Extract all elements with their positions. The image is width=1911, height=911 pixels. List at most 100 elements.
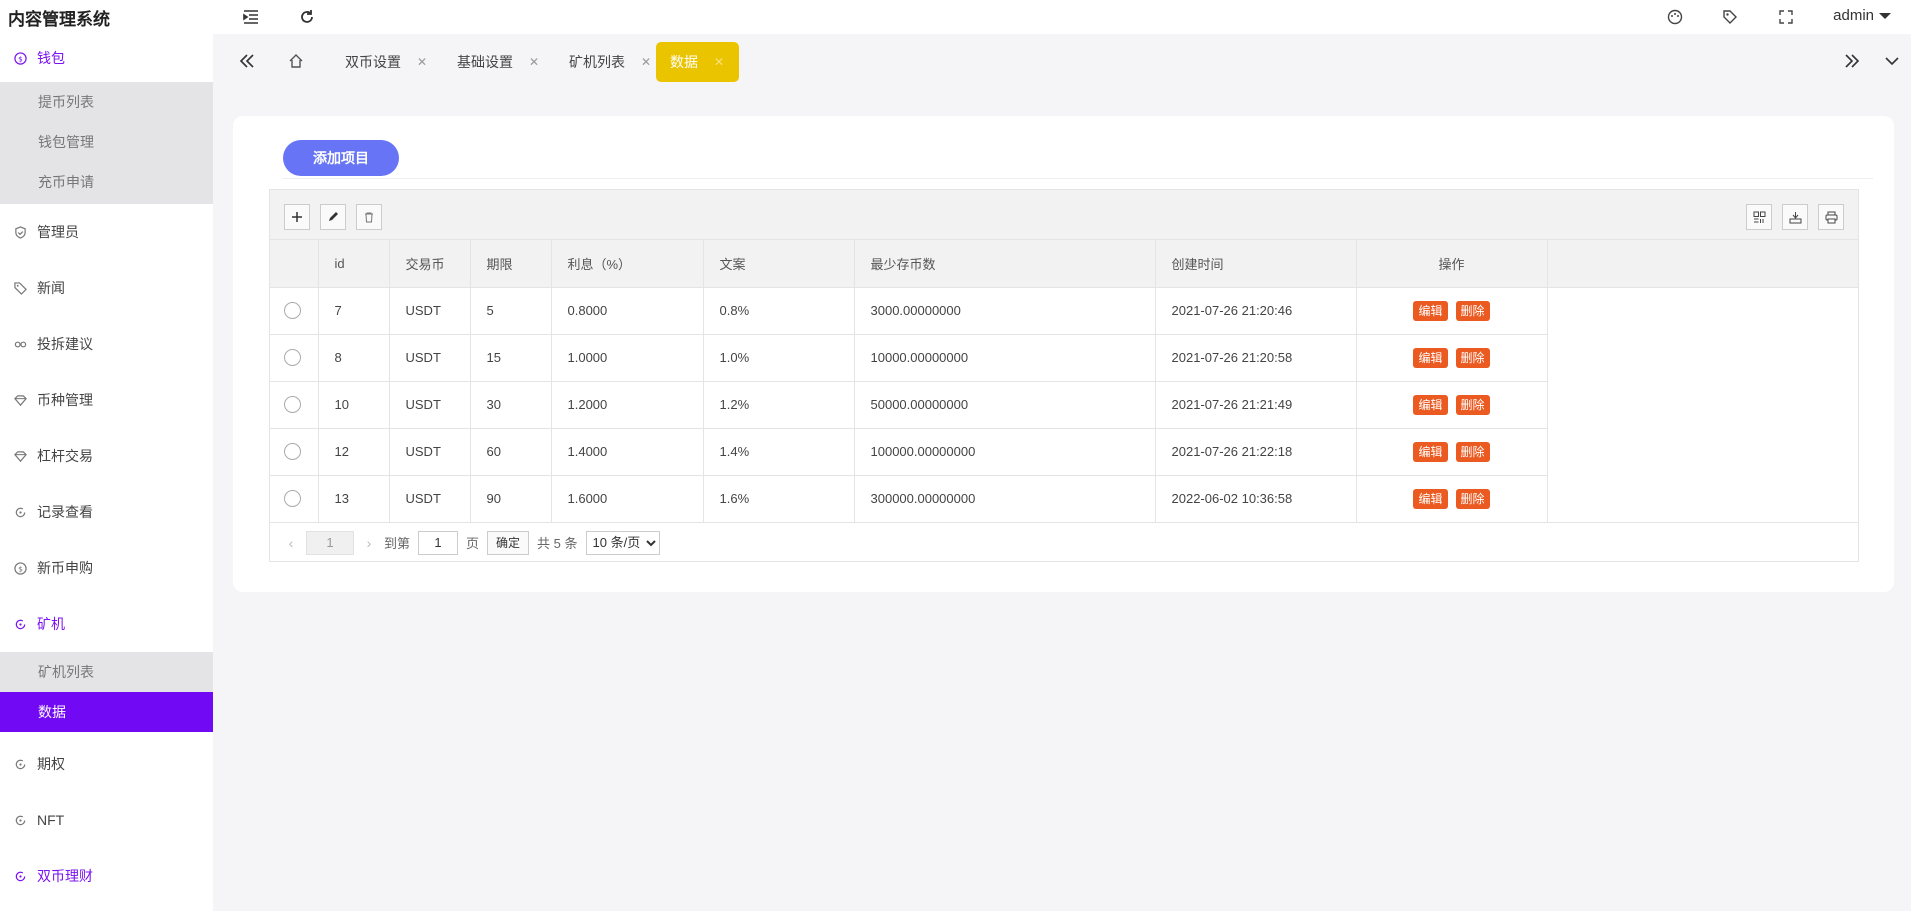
edit-button[interactable]: 编辑	[1413, 394, 1448, 415]
add-project-button[interactable]: 添加项目	[283, 140, 399, 176]
edit-button[interactable]: 编辑	[1413, 441, 1448, 462]
cell-filler	[1547, 287, 1858, 334]
delete-button[interactable]: 删除	[1455, 347, 1490, 368]
delete-button[interactable]: 删除	[1455, 394, 1490, 415]
delete-button[interactable]: 删除	[1455, 488, 1490, 509]
tab-basic-settings[interactable]: 基础设置 ✕	[443, 42, 553, 82]
row-radio[interactable]	[284, 349, 301, 366]
edit-button[interactable]: 编辑	[1413, 347, 1448, 368]
tabs-scroll-right-icon[interactable]	[1841, 50, 1863, 72]
tab-label: 双币设置	[345, 54, 401, 70]
sidebar-item-currency-manage[interactable]: 币种管理	[0, 372, 213, 428]
sidebar-item-nft[interactable]: NFT	[0, 792, 213, 848]
cell-rate: 1.0000	[551, 334, 704, 382]
tabs-scroll-left-icon[interactable]	[236, 50, 258, 72]
row-radio[interactable]	[284, 443, 301, 460]
sidebar-item-miner[interactable]: 矿机	[0, 596, 213, 652]
tab-data[interactable]: 数据 ✕	[656, 42, 739, 82]
home-icon[interactable]	[285, 50, 307, 72]
cell-text: 0.8%	[703, 287, 855, 335]
page-unit-label: 页	[466, 536, 480, 551]
content-card: 添加项目 id 交易币 期限 利息（%） 文案 最少存币数 创建时间 操作 7 …	[233, 116, 1894, 592]
sidebar-item-complaints[interactable]: 投拆建议	[0, 316, 213, 372]
print-button[interactable]	[1818, 204, 1844, 230]
goto-page-input[interactable]	[418, 530, 459, 555]
user-name: admin	[1833, 7, 1874, 24]
refresh-icon	[13, 757, 27, 771]
cell-coin: USDT	[389, 475, 471, 523]
current-page[interactable]: 1	[306, 530, 354, 555]
cell-filler	[1547, 428, 1858, 475]
edit-row-button[interactable]	[320, 204, 346, 230]
columns-filter-button[interactable]	[1746, 204, 1772, 230]
sidebar-item-new-coin[interactable]: $ 新币申购	[0, 540, 213, 596]
sidebar-item-records[interactable]: 记录查看	[0, 484, 213, 540]
cell-coin: USDT	[389, 334, 471, 382]
close-icon[interactable]: ✕	[641, 55, 651, 69]
chevron-left-icon[interactable]: ‹	[284, 535, 298, 551]
sidebar-item-options[interactable]: 期权	[0, 736, 213, 792]
sidebar-item-dual-finance[interactable]: 双币理财	[0, 848, 213, 904]
sidebar-item-label: NFT	[37, 812, 65, 828]
edit-button[interactable]: 编辑	[1413, 300, 1448, 321]
sidebar-item-label: 钱包	[37, 50, 65, 66]
close-icon[interactable]: ✕	[714, 55, 724, 69]
delete-button[interactable]: 删除	[1455, 441, 1490, 462]
sidebar-item-label: 矿机	[37, 616, 65, 632]
fullscreen-icon[interactable]	[1775, 6, 1797, 28]
shield-icon	[13, 225, 27, 239]
sidebar-subitem-deposit-apply[interactable]: 充币申请	[0, 162, 213, 202]
sidebar-item-wallet[interactable]: $ 钱包	[0, 34, 213, 82]
refresh-icon	[13, 869, 27, 883]
edit-button[interactable]: 编辑	[1413, 488, 1448, 509]
refresh-icon[interactable]	[296, 6, 318, 28]
sidebar-subitem-wallet-manage[interactable]: 钱包管理	[0, 122, 213, 162]
svg-text:$: $	[18, 564, 23, 573]
close-icon[interactable]: ✕	[529, 55, 539, 69]
cell-term: 90	[470, 475, 552, 523]
confirm-page-button[interactable]: 确定	[487, 530, 530, 555]
cell-id: 13	[318, 475, 390, 523]
total-count: 共 5 条	[537, 536, 578, 551]
sidebar-item-label: 管理员	[37, 224, 79, 240]
add-row-button[interactable]	[284, 204, 310, 230]
table-toolbar	[270, 190, 1858, 240]
row-radio[interactable]	[284, 490, 301, 507]
cell-rate: 1.6000	[551, 475, 704, 523]
chevron-down-icon[interactable]	[1881, 50, 1903, 72]
cell-term: 5	[470, 287, 552, 335]
sidebar-subitem-miner-list[interactable]: 矿机列表	[0, 652, 213, 692]
sidebar-subitem-withdraw-list[interactable]: 提币列表	[0, 82, 213, 122]
cell-term: 30	[470, 381, 552, 429]
col-term: 期限	[470, 240, 552, 288]
cell-coin: USDT	[389, 287, 471, 335]
page-size-select[interactable]: 10 条/页	[585, 530, 660, 555]
cell-actions: 编辑 删除	[1356, 381, 1548, 429]
sidebar-item-admin[interactable]: 管理员	[0, 204, 213, 260]
tab-miner-list[interactable]: 矿机列表 ✕	[555, 42, 665, 82]
delete-button[interactable]: 删除	[1455, 300, 1490, 321]
export-button[interactable]	[1782, 204, 1808, 230]
app-title: 内容管理系统	[8, 10, 110, 29]
app-root: 内容管理系统 admin $ 钱包 提币列表 钱包管理 充币申请 管理员 新闻 …	[0, 0, 1911, 911]
close-icon[interactable]: ✕	[417, 55, 427, 69]
refresh-icon	[13, 813, 27, 827]
tag-icon[interactable]	[1719, 6, 1741, 28]
menu-fold-icon[interactable]	[240, 6, 262, 28]
user-menu[interactable]: admin	[1833, 7, 1891, 24]
row-radio[interactable]	[284, 302, 301, 319]
table-row: 7 USDT 5 0.8000 0.8% 3000.00000000 2021-…	[270, 287, 1858, 335]
palette-icon[interactable]	[1664, 6, 1686, 28]
dollar-icon: $	[13, 561, 27, 575]
sidebar-item-label: 币种管理	[37, 392, 93, 408]
sidebar-item-news[interactable]: 新闻	[0, 260, 213, 316]
sidebar-item-label: 双币理财	[37, 868, 93, 884]
cell-actions: 编辑 删除	[1356, 428, 1548, 476]
row-radio[interactable]	[284, 396, 301, 413]
cell-id: 10	[318, 381, 390, 429]
sidebar-subitem-data[interactable]: 数据	[0, 692, 213, 732]
chevron-right-icon[interactable]: ›	[362, 535, 376, 551]
delete-row-button[interactable]	[356, 204, 382, 230]
tab-dual-coin-settings[interactable]: 双币设置 ✕	[331, 42, 441, 82]
sidebar-item-leverage[interactable]: 杠杆交易	[0, 428, 213, 484]
